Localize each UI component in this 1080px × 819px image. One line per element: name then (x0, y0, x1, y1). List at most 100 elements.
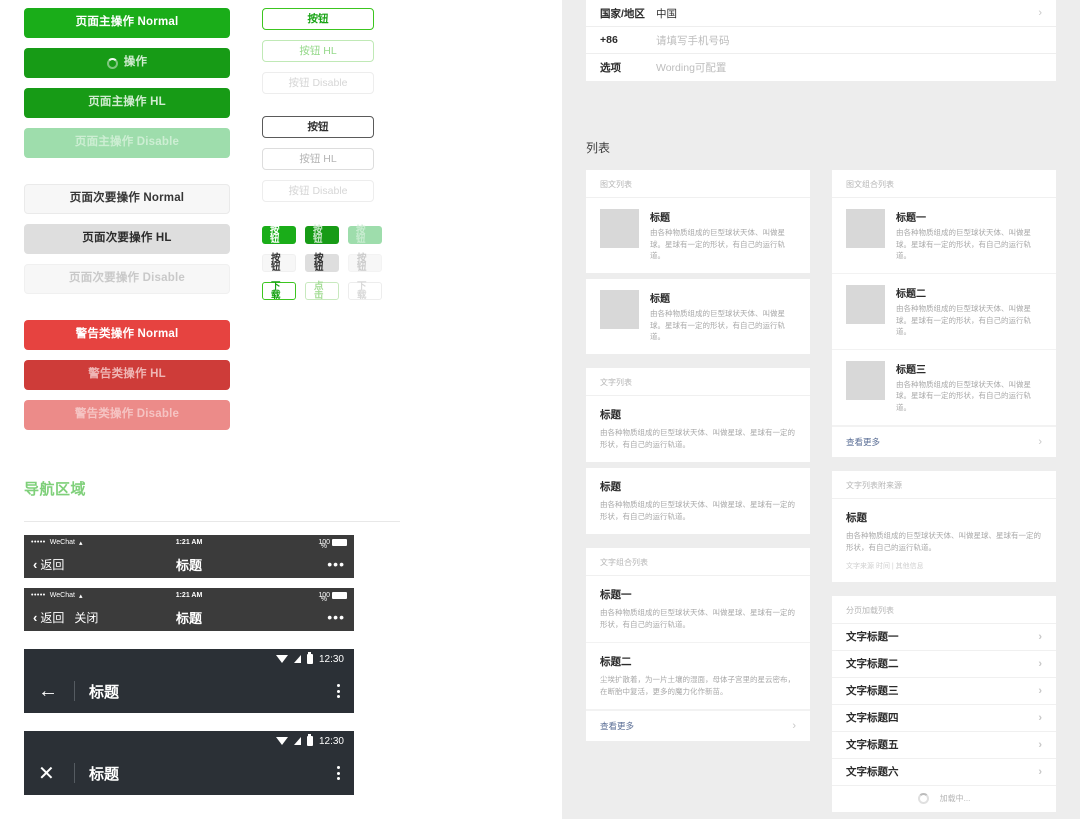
primary-button-loading[interactable]: 操作 (24, 48, 230, 78)
android-nav-row: ✕ 标题 (24, 751, 354, 795)
card-caption: 分页加载列表 (832, 596, 1056, 624)
warning-button-highlight[interactable]: 警告类操作 HL (24, 360, 230, 390)
outlined-button-column: 按钮 按钮 HL 按钮 Disable 按钮 按钮 HL 按钮 Disable … (262, 8, 382, 310)
list-item[interactable]: 标题 由各种物质组成的巨型球状天体、叫做星球、星球有一定的形状，有自己的运行轨道… (832, 499, 1056, 582)
list-item-title: 标题三 (896, 364, 926, 376)
kebab-menu-icon[interactable] (337, 766, 340, 780)
android-clock: 12:30 (318, 735, 344, 747)
list-item-desc: 由各种物质组成的巨型球状天体、叫做星球。星球有一定的形状，有自己的运行轨道。 (896, 228, 1031, 261)
ios-navbar-back-close: ••••• WeChat ▴ 1:21 AM 100 % ‹ 返回 关闭 标题 … (24, 588, 354, 631)
section-divider (24, 521, 400, 522)
back-arrow-icon[interactable]: ← (38, 680, 60, 703)
list-item[interactable]: 标题一 由各种物质组成的巨型球状天体、叫做星球、星球有一定的形状，有自己的运行轨… (586, 576, 810, 643)
primary-button-disabled: 页面主操作 Disable (24, 128, 230, 158)
view-more-button[interactable]: 查看更多 › (586, 709, 810, 741)
primary-button-normal[interactable]: 页面主操作 Normal (24, 8, 230, 38)
battery-percent-sign: % (320, 543, 327, 550)
list-item[interactable]: 标题二 由各种物质组成的巨型球状天体、叫做星球。星球有一定的形状，有自己的运行轨… (832, 274, 1056, 350)
list-item[interactable]: 文字标题三 › (832, 678, 1056, 705)
mini-download-button[interactable]: 下载 (262, 281, 296, 300)
outline-green-normal-label: 按钮 (307, 12, 329, 25)
mini-button-row-gray: 按钮 按钮 按钮 (262, 252, 382, 273)
mini-gray-normal-label: 按钮 (271, 252, 281, 273)
outline-green-highlight-label: 按钮 HL (299, 44, 337, 57)
warning-button-disabled-label: 警告类操作 Disable (74, 408, 180, 421)
mini-green-normal[interactable]: 按钮 (262, 225, 296, 244)
chevron-right-icon: › (1038, 657, 1042, 670)
battery-icon (306, 734, 313, 746)
chevron-right-icon: › (1038, 7, 1042, 19)
outline-green-button-highlight[interactable]: 按钮 HL (262, 40, 374, 62)
chevron-right-icon: › (792, 719, 796, 732)
list-item[interactable]: 标题三 由各种物质组成的巨型球状天体、叫做星球。星球有一定的形状，有自己的运行轨… (832, 350, 1056, 426)
outline-green-button-normal[interactable]: 按钮 (262, 8, 374, 30)
battery-icon (306, 652, 313, 664)
list-item[interactable]: 文字标题四 › (832, 705, 1056, 732)
right-panel: 国家/地区 中国 › +86 请填写手机号码 选项 Wording可配置 列表 (562, 0, 1080, 819)
option-input-placeholder[interactable]: Wording可配置 (656, 60, 1042, 75)
list-item-title: 标题 (650, 293, 670, 305)
chevron-right-icon: › (1038, 630, 1042, 643)
list-item-desc: 由各种物质组成的巨型球状天体、叫做星球。星球有一定的形状，有自己的运行轨道。 (650, 308, 785, 342)
warning-button-disabled: 警告类操作 Disable (24, 400, 230, 430)
mini-gray-highlight[interactable]: 按钮 (305, 253, 339, 272)
list-item[interactable]: 标题 由各种物质组成的巨型球状天体、叫做星球。星球有一定的形状，有自己的运行轨道… (586, 279, 810, 354)
mini-gray-normal[interactable]: 按钮 (262, 252, 296, 273)
close-icon[interactable]: ✕ (38, 761, 60, 786)
card-text-list: 文字列表 标题 由各种物质组成的巨型球状天体、叫做星球、星球有一定的形状，有自己… (586, 367, 810, 534)
form-section: 国家/地区 中国 › +86 请填写手机号码 选项 Wording可配置 (562, 0, 1080, 117)
mini-gray-disabled-label: 按钮 (357, 252, 367, 273)
list-column-left: 图文列表 标题 由各种物质组成的巨型球状天体、叫做星球。星球有一定的形状，有自己… (586, 170, 810, 741)
form-row-option[interactable]: 选项 Wording可配置 (586, 54, 1056, 81)
outline-dark-button-highlight[interactable]: 按钮 HL (262, 148, 374, 170)
loading-indicator: 加载中... (832, 786, 1056, 812)
form-row-phone[interactable]: +86 请填写手机号码 (586, 27, 1056, 54)
primary-button-highlight[interactable]: 页面主操作 HL (24, 88, 230, 118)
phone-input-placeholder[interactable]: 请填写手机号码 (656, 33, 1042, 48)
list-item-desc: 尘埃扩散着，为一片土壤的湿面，母体子宫里的星云密布，在断胎中复活，更多的魔力化作… (600, 674, 795, 696)
list-item[interactable]: 文字标题六 › (832, 759, 1056, 786)
warning-button-normal[interactable]: 警告类操作 Normal (24, 320, 230, 350)
outline-dark-button-disabled: 按钮 Disable (262, 180, 374, 202)
mini-click-label: 点击 (314, 280, 324, 301)
chevron-right-icon: › (1038, 711, 1042, 724)
chevron-right-icon: › (1038, 765, 1042, 778)
primary-button-loading-label: 操作 (123, 56, 148, 69)
ios-clock: 1:21 AM (175, 592, 203, 599)
list-item[interactable]: 文字标题一 › (832, 624, 1056, 651)
list-item[interactable]: 标题二 尘埃扩散着，为一片土壤的湿面，母体子宫里的星云密布，在断胎中复活，更多的… (586, 643, 810, 710)
list-item-body: 标题三 由各种物质组成的巨型球状天体、叫做星球。星球有一定的形状，有自己的运行轨… (896, 361, 1042, 414)
list-item[interactable]: 文字标题二 › (832, 651, 1056, 678)
mini-green-highlight[interactable]: 按钮 (305, 225, 339, 244)
mini-green-disabled-label: 按钮 (356, 224, 366, 245)
mini-button-row-outline: 下载 点击 下载 (262, 280, 382, 301)
list-item[interactable]: 标题 由各种物质组成的巨型球状天体、叫做星球、星球有一定的形状，有自己的运行轨道… (586, 468, 810, 534)
card-caption: 文字列表 (586, 368, 810, 396)
android-navbar-back: 12:30 ← 标题 (24, 649, 354, 713)
secondary-button-normal[interactable]: 页面次要操作 Normal (24, 184, 230, 214)
list-item[interactable]: 文字标题五 › (832, 732, 1056, 759)
list-item[interactable]: 标题 由各种物质组成的巨型球状天体、叫做星球。星球有一定的形状，有自己的运行轨道… (586, 198, 810, 273)
mini-download-disabled: 下载 (348, 281, 382, 300)
list-section: 列表 图文列表 标题 由各种物质组成的巨型球状天体、叫做星球。星球有一定的形状，… (562, 117, 1080, 819)
list-item-title: 标题 (600, 408, 621, 421)
ios-nav-row: ‹ 返回 关闭 标题 ••• (24, 603, 354, 631)
left-panel: 页面主操作 Normal 操作 页面主操作 HL 页面主操作 Disable 页… (0, 0, 562, 819)
navigation-section-title: 导航区域 (24, 481, 87, 498)
list-item[interactable]: 标题 由各种物质组成的巨型球状天体、叫做星球、星球有一定的形状，有自己的运行轨道… (586, 396, 810, 462)
kebab-menu-icon[interactable] (337, 684, 340, 698)
outline-dark-button-normal[interactable]: 按钮 (262, 116, 374, 138)
card-text-combo-list: 文字组合列表 标题一 由各种物质组成的巨型球状天体、叫做星球、星球有一定的形状，… (586, 547, 810, 741)
outline-dark-disabled-label: 按钮 Disable (288, 184, 348, 197)
secondary-button-highlight[interactable]: 页面次要操作 HL (24, 224, 230, 254)
android-nav-title: 标题 (89, 765, 120, 783)
mini-click-button[interactable]: 点击 (305, 280, 339, 301)
list-column-right: 图文组合列表 标题一 由各种物质组成的巨型球状天体、叫做星球。星球有一定的形状，… (832, 170, 1056, 812)
button-showcase-column: 页面主操作 Normal 操作 页面主操作 HL 页面主操作 Disable 页… (24, 8, 230, 440)
view-more-button[interactable]: 查看更多 › (832, 425, 1056, 457)
form-row-country[interactable]: 国家/地区 中国 › (586, 0, 1056, 27)
android-nav-row: ← 标题 (24, 669, 354, 713)
card-body: 文字列表 标题 由各种物质组成的巨型球状天体、叫做星球、星球有一定的形状，有自己… (586, 367, 810, 462)
list-item-title: 标题 (650, 213, 670, 224)
list-item[interactable]: 标题一 由各种物质组成的巨型球状天体、叫做星球。星球有一定的形状，有自己的运行轨… (832, 198, 1056, 274)
